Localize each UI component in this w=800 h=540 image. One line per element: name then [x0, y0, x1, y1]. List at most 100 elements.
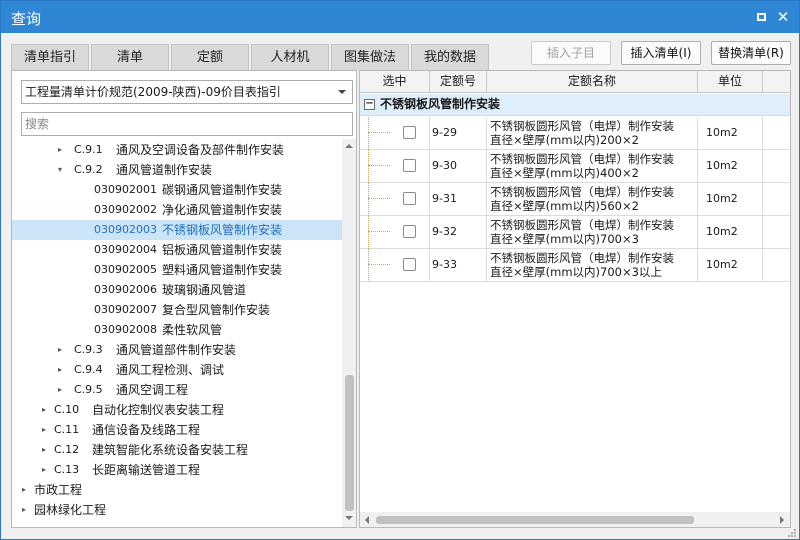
tree-item[interactable]: ▸ C.10 自动化控制仪表安装工程: [12, 400, 342, 420]
tree-item-label: 通风空调工程: [116, 383, 189, 397]
tree-item[interactable]: ▸ C.9.3 通风管道部件制作安装: [12, 340, 342, 360]
expand-arrow-icon[interactable]: ▸: [22, 480, 26, 500]
collapse-icon[interactable]: −: [364, 99, 375, 110]
scroll-left-icon[interactable]: [365, 516, 369, 524]
table-row[interactable]: 9-29 不锈钢板圆形风管（电焊）制作安装 直径×壁厚(mm以内)200×2 10m2: [360, 117, 790, 150]
scroll-down-icon[interactable]: [345, 516, 353, 520]
tab-my-data[interactable]: 我的数据: [411, 44, 489, 70]
tree-item[interactable]: 030902008 柔性软风管: [12, 320, 342, 340]
table-row[interactable]: 9-33 不锈钢板圆形风管（电焊）制作安装 直径×壁厚(mm以内)700×3以上 10…: [360, 249, 790, 282]
expand-arrow-icon[interactable]: ▸: [42, 420, 46, 440]
column-header-quota-code[interactable]: 定额号: [430, 71, 487, 93]
row-checkbox[interactable]: [403, 159, 416, 172]
tree-item[interactable]: ▸ C.9.1 通风及空调设备及部件制作安装: [12, 140, 342, 160]
table-horizontal-scrollbar[interactable]: [360, 512, 790, 527]
collapse-arrow-icon[interactable]: ▾: [58, 160, 62, 180]
tree-item[interactable]: 030902006 玻璃钢通风管道: [12, 280, 342, 300]
expand-arrow-icon[interactable]: ▸: [42, 460, 46, 480]
expand-arrow-icon[interactable]: ▸: [58, 360, 62, 380]
table-row[interactable]: 9-32 不锈钢板圆形风管（电焊）制作安装 直径×壁厚(mm以内)700×3 10m2: [360, 216, 790, 249]
tree-item-code: C.10: [54, 403, 80, 416]
group-row[interactable]: − 不锈钢板风管制作安装: [360, 94, 790, 116]
spec-select-value: 工程量清单计价规范(2009-陕西)-09价目表指引: [25, 85, 281, 99]
close-icon[interactable]: ✕: [775, 9, 791, 25]
tree-item[interactable]: ▸ C.9.4 通风工程检测、调试: [12, 360, 342, 380]
insert-list-button[interactable]: 插入清单(I): [621, 41, 701, 65]
table-row[interactable]: 9-31 不锈钢板圆形风管（电焊）制作安装 直径×壁厚(mm以内)560×2 10m2: [360, 183, 790, 216]
tree-item-code: C.9.2: [74, 163, 103, 176]
tree-item[interactable]: ▸ 园林绿化工程: [12, 500, 342, 520]
expand-arrow-icon[interactable]: ▸: [42, 440, 46, 460]
resize-grip-icon[interactable]: [787, 528, 797, 538]
scroll-up-icon[interactable]: [345, 144, 353, 148]
tree-item-code: C.9.1: [74, 143, 103, 156]
tree-item[interactable]: ▸ 市政工程: [12, 480, 342, 500]
column-header-unit[interactable]: 单位: [698, 71, 763, 93]
expand-arrow-icon[interactable]: ▸: [58, 340, 62, 360]
tab-list-guide[interactable]: 清单指引: [11, 44, 89, 70]
quota-code: 9-31: [432, 192, 457, 205]
tree-item-code: 030902001: [94, 183, 157, 196]
quota-name-line2: 直径×壁厚(mm以内)700×3以上: [490, 265, 662, 279]
column-header-select[interactable]: 选中: [360, 71, 430, 93]
insert-child-button[interactable]: 插入子目: [531, 41, 611, 65]
cell-select: [360, 216, 430, 249]
tree-item-code: 030902007: [94, 303, 157, 316]
tree-item-code: C.11: [54, 423, 80, 436]
guide-tree: ▸ C.9.1 通风及空调设备及部件制作安装 ▾ C.9.2 通风管道制作安装 030902…: [12, 139, 342, 527]
tree-item[interactable]: ▸ C.12 建筑智能化系统设备安装工程: [12, 440, 342, 460]
tree-item-label: 长距离输送管道工程: [92, 463, 201, 477]
quota-unit: 10m2: [706, 258, 738, 271]
tree-item-label: 复合型风管制作安装: [162, 303, 271, 317]
scroll-thumb[interactable]: [376, 516, 694, 524]
expand-arrow-icon[interactable]: ▸: [58, 380, 62, 400]
cell-select: [360, 117, 430, 150]
tree-connector: [368, 165, 390, 166]
scroll-right-icon[interactable]: [780, 516, 784, 524]
tree-item-code: C.9.4: [74, 363, 103, 376]
tree-item[interactable]: 030902003 不锈钢板风管制作安装: [12, 220, 342, 240]
row-checkbox[interactable]: [403, 192, 416, 205]
tree-item-label: 碳钢通风管道制作安装: [162, 183, 283, 197]
row-checkbox[interactable]: [403, 225, 416, 238]
tree-item[interactable]: 030902005 塑料通风管道制作安装: [12, 260, 342, 280]
tree-connector: [368, 117, 369, 150]
row-checkbox[interactable]: [403, 258, 416, 271]
expand-arrow-icon[interactable]: ▸: [42, 400, 46, 420]
scroll-thumb[interactable]: [345, 375, 354, 511]
tree-item[interactable]: ▸ C.11 通信设备及线路工程: [12, 420, 342, 440]
quota-code: 9-33: [432, 258, 457, 271]
tree-item-label: 通风管道制作安装: [116, 163, 213, 177]
search-input[interactable]: [21, 112, 353, 136]
maximize-icon[interactable]: [753, 9, 769, 25]
tree-item-label: 建筑智能化系统设备安装工程: [92, 443, 249, 457]
title-bar[interactable]: 查询 ✕: [1, 1, 799, 33]
cell-select: [360, 150, 430, 183]
tab-list[interactable]: 清单: [91, 44, 169, 70]
spec-select[interactable]: 工程量清单计价规范(2009-陕西)-09价目表指引: [21, 80, 353, 104]
column-header-quota-name[interactable]: 定额名称: [487, 71, 698, 93]
tree-item[interactable]: ▸ C.13 长距离输送管道工程: [12, 460, 342, 480]
chevron-down-icon[interactable]: [338, 90, 346, 94]
tab-quota[interactable]: 定额: [171, 44, 249, 70]
tree-item-label: 净化通风管道制作安装: [162, 203, 283, 217]
tree-item[interactable]: 030902007 复合型风管制作安装: [12, 300, 342, 320]
expand-arrow-icon[interactable]: ▸: [58, 140, 62, 160]
table-row[interactable]: 9-30 不锈钢板圆形风管（电焊）制作安装 直径×壁厚(mm以内)400×2 10m2: [360, 150, 790, 183]
tree-item[interactable]: ▸ C.9.5 通风空调工程: [12, 380, 342, 400]
tree-item[interactable]: ▾ C.9.2 通风管道制作安装: [12, 160, 342, 180]
tree-item[interactable]: 030902004 铝板通风管道制作安装: [12, 240, 342, 260]
tab-labor-material-machine[interactable]: 人材机: [251, 44, 329, 70]
expand-arrow-icon[interactable]: ▸: [22, 500, 26, 520]
tree-item[interactable]: 030902001 碳钢通风管道制作安装: [12, 180, 342, 200]
tree-item-label: 铝板通风管道制作安装: [162, 243, 283, 257]
tree-vertical-scrollbar[interactable]: [342, 139, 356, 527]
tree-item-code: 030902003: [94, 223, 157, 236]
tree-item[interactable]: 030902002 净化通风管道制作安装: [12, 200, 342, 220]
row-checkbox[interactable]: [403, 126, 416, 139]
tab-atlas-method[interactable]: 图集做法: [331, 44, 409, 70]
quota-name: 不锈钢板圆形风管（电焊）制作安装 直径×壁厚(mm以内)200×2: [490, 119, 674, 147]
tree-item-code: C.12: [54, 443, 80, 456]
replace-list-button[interactable]: 替换清单(R): [711, 41, 791, 65]
tree-item-code: 030902008: [94, 323, 157, 336]
